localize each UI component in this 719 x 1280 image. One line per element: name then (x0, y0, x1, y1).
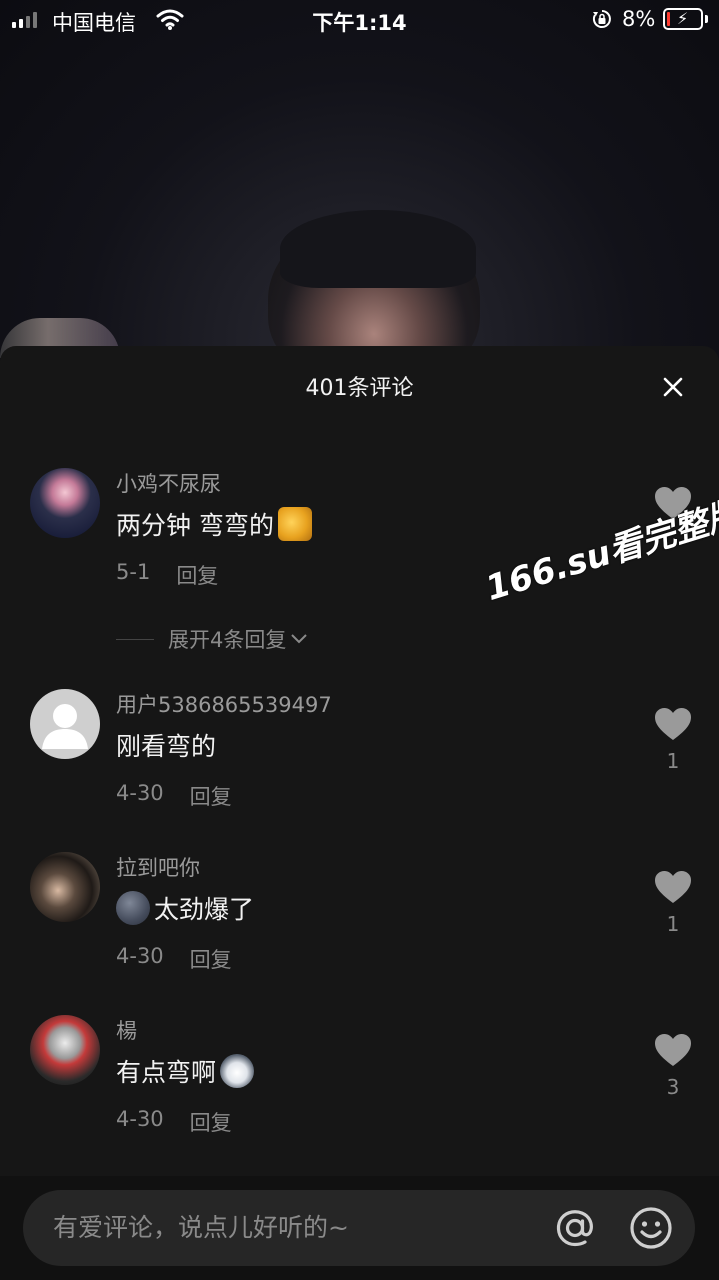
comment-text-content: 两分钟 弯弯的 (116, 511, 274, 540)
reply-button[interactable]: 回复 (190, 1107, 232, 1137)
comment-date: 4-30 (116, 944, 164, 968)
battery-icon: ⚡ (663, 8, 703, 30)
avatar[interactable] (30, 852, 100, 922)
like-button[interactable]: 3 (652, 1033, 694, 1099)
divider (116, 638, 154, 640)
expand-replies-button[interactable]: 展开4条回复 (116, 624, 308, 654)
comment-text: 太劲爆了 (116, 890, 254, 926)
default-avatar-icon (42, 704, 88, 749)
comment-text: 两分钟 弯弯的 (116, 506, 312, 542)
comment-meta: 4-30 回复 (116, 944, 232, 974)
close-button[interactable] (658, 372, 688, 402)
rotation-lock-icon (592, 10, 611, 28)
reply-button[interactable]: 回复 (190, 781, 232, 811)
username[interactable]: 楊 (116, 1015, 137, 1045)
comment-text-content: 有点弯啊 (116, 1058, 217, 1087)
comment-input[interactable]: 有爱评论，说点儿好听的~ (23, 1190, 695, 1266)
comment-input-placeholder: 有爱评论，说点儿好听的~ (53, 1213, 349, 1242)
battery-percent: 8% (622, 7, 656, 31)
battery-tip (705, 15, 708, 23)
comment-input-bar: 有爱评论，说点儿好听的~ (0, 1176, 719, 1280)
comment-text: 有点弯啊 (116, 1053, 255, 1089)
heart-icon (655, 708, 691, 740)
comment-text-content: 太劲爆了 (154, 895, 255, 924)
comment-date: 4-30 (116, 1107, 164, 1131)
username[interactable]: 小鸡不尿尿 (116, 468, 221, 498)
like-count: 3 (666, 1075, 680, 1099)
username[interactable]: 拉到吧你 (116, 852, 200, 882)
husky-emoji-icon (220, 1054, 255, 1088)
like-count: 1 (666, 912, 680, 936)
close-icon (663, 377, 683, 397)
chevron-down-icon (291, 634, 308, 644)
comment-date: 4-30 (116, 781, 164, 805)
avatar[interactable] (30, 689, 100, 759)
sheet-title: 401条评论 (305, 376, 414, 401)
reply-button[interactable]: 回复 (176, 560, 218, 590)
at-icon[interactable] (551, 1204, 599, 1252)
charging-bolt-icon: ⚡ (677, 9, 689, 28)
comment-meta: 4-30 回复 (116, 1107, 232, 1137)
reply-button[interactable]: 回复 (190, 944, 232, 974)
status-bar: 中国电信 下午1:14 8% ⚡ (0, 0, 719, 40)
emoji-icon[interactable] (627, 1204, 675, 1252)
like-button[interactable]: 1 (652, 870, 694, 936)
comment-text: 刚看弯的 (116, 727, 216, 763)
video-person-hair (280, 210, 476, 288)
like-count: 1 (666, 749, 680, 773)
moon-emoji-icon (116, 891, 150, 925)
avatar[interactable] (30, 1015, 100, 1085)
battery-level (667, 12, 670, 26)
comment-text-content: 刚看弯的 (116, 732, 217, 761)
comment-meta: 5-1 回复 (116, 560, 218, 590)
comment-date: 5-1 (116, 560, 151, 584)
cat-emoji-icon (277, 507, 312, 541)
heart-icon (655, 871, 691, 903)
heart-icon (655, 1034, 691, 1066)
expand-replies-label: 展开4条回复 (168, 628, 287, 652)
avatar[interactable] (30, 468, 100, 538)
username[interactable]: 用户5386865539497 (116, 689, 332, 719)
like-button[interactable]: 1 (652, 707, 694, 773)
comment-sheet: 401条评论 小鸡不尿尿 两分钟 弯弯的 5-1 回复 展开4条回复 用户538… (0, 346, 719, 1280)
screen: 中国电信 下午1:14 8% ⚡ 401条评论 小鸡不尿尿 两分钟 弯弯的 5-… (0, 0, 719, 1280)
comment-meta: 4-30 回复 (116, 781, 232, 811)
